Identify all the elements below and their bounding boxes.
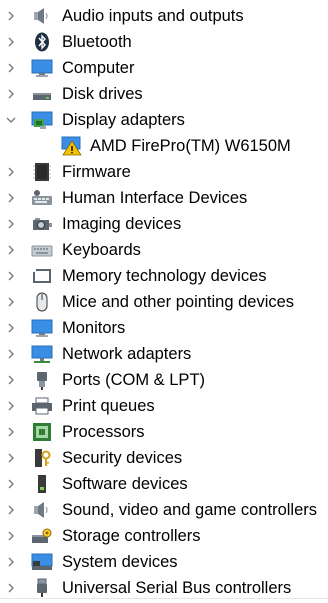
speaker-icon: [31, 6, 53, 26]
device-tree: Audio inputs and outputs Bluetooth Compute…: [0, 0, 328, 599]
tree-item-label: Mice and other pointing devices: [62, 293, 295, 311]
chevron-right-icon[interactable]: [4, 319, 18, 337]
chevron-right-icon[interactable]: [4, 371, 18, 389]
chevron-right-icon[interactable]: [4, 345, 18, 363]
chevron-right-icon[interactable]: [4, 33, 18, 51]
tree-item-label: Firmware: [62, 163, 131, 181]
tree-item-label: Disk drives: [62, 85, 143, 103]
keyboard-icon: [31, 240, 53, 260]
chevron-right-icon[interactable]: [4, 553, 18, 571]
chevron-right-icon[interactable]: [4, 241, 18, 259]
tree-category-item[interactable]: Imaging devices: [0, 211, 328, 237]
tree-category-item[interactable]: Keyboards: [0, 237, 328, 263]
chevron-right-icon[interactable]: [4, 189, 18, 207]
tree-category-item[interactable]: Firmware: [0, 159, 328, 185]
tree-item-label: System devices: [62, 553, 178, 571]
printer-icon: [31, 396, 53, 416]
warning-icon: [61, 136, 83, 156]
chevron-right-icon[interactable]: [4, 7, 18, 25]
tree-category-item[interactable]: Human Interface Devices: [0, 185, 328, 211]
tree-item-label: Human Interface Devices: [62, 189, 248, 207]
display-adapter-icon: [31, 110, 53, 130]
tree-item-label: Keyboards: [62, 241, 141, 259]
tree-item-label: AMD FirePro(TM) W6150M: [90, 137, 291, 155]
chevron-down-icon[interactable]: [4, 111, 18, 129]
tree-item-label: Display adapters: [62, 111, 185, 129]
hid-keyboard-icon: [31, 188, 53, 208]
processor-chip-icon: [31, 422, 53, 442]
tree-item-label: Monitors: [62, 319, 126, 337]
usb-plug-icon: [31, 578, 53, 598]
chevron-right-icon[interactable]: [4, 423, 18, 441]
tree-category-item[interactable]: Ports (COM & LPT): [0, 367, 328, 393]
computer-monitor-icon: [31, 58, 53, 78]
chevron-right-icon[interactable]: [4, 397, 18, 415]
tree-item-label: Audio inputs and outputs: [62, 7, 244, 25]
tree-item-label: Storage controllers: [62, 527, 201, 545]
tree-category-item[interactable]: Memory technology devices: [0, 263, 328, 289]
tree-category-item[interactable]: Bluetooth: [0, 29, 328, 55]
tree-category-item[interactable]: Print queues: [0, 393, 328, 419]
tree-category-item[interactable]: Sound, video and game controllers: [0, 497, 328, 523]
software-device-icon: [31, 474, 53, 494]
chevron-right-icon[interactable]: [4, 449, 18, 467]
network-adapter-icon: [31, 344, 53, 364]
storage-controller-icon: [31, 526, 53, 546]
tree-category-item[interactable]: Storage controllers: [0, 523, 328, 549]
chevron-right-icon[interactable]: [4, 85, 18, 103]
camera-icon: [31, 214, 53, 234]
tree-category-item[interactable]: Security devices: [0, 445, 328, 471]
tree-item-label: Memory technology devices: [62, 267, 267, 285]
chevron-right-icon[interactable]: [4, 267, 18, 285]
chevron-right-icon[interactable]: [4, 293, 18, 311]
tree-category-item[interactable]: Software devices: [0, 471, 328, 497]
tree-item-label: Imaging devices: [62, 215, 182, 233]
tree-category-item[interactable]: Computer: [0, 55, 328, 81]
tree-child-item[interactable]: AMD FirePro(TM) W6150M: [0, 133, 328, 159]
tree-item-label: Computer: [62, 59, 135, 77]
disk-drive-icon: [31, 84, 53, 104]
tree-category-item[interactable]: System devices: [0, 549, 328, 575]
tree-category-item[interactable]: Monitors: [0, 315, 328, 341]
mouse-icon: [31, 292, 53, 312]
tree-category-item[interactable]: Disk drives: [0, 81, 328, 107]
tree-item-label: Print queues: [62, 397, 155, 415]
tree-item-label: Network adapters: [62, 345, 192, 363]
tree-category-item[interactable]: Processors: [0, 419, 328, 445]
tree-item-label: Universal Serial Bus controllers: [62, 579, 292, 597]
tree-item-label: Bluetooth: [62, 33, 132, 51]
tree-category-item[interactable]: Network adapters: [0, 341, 328, 367]
tree-item-label: Security devices: [62, 449, 183, 467]
monitor-icon: [31, 318, 53, 338]
bluetooth-icon: [31, 32, 53, 52]
speaker-icon: [31, 500, 53, 520]
chevron-right-icon[interactable]: [4, 59, 18, 77]
tree-category-item[interactable]: Audio inputs and outputs: [0, 3, 328, 29]
tree-category-item[interactable]: Mice and other pointing devices: [0, 289, 328, 315]
tree-category-item[interactable]: Display adapters: [0, 107, 328, 133]
memory-card-icon: [31, 266, 53, 286]
tree-item-label: Ports (COM & LPT): [62, 371, 206, 389]
security-key-icon: [31, 448, 53, 468]
firmware-chip-icon: [31, 162, 53, 182]
chevron-right-icon[interactable]: [4, 475, 18, 493]
chevron-right-icon[interactable]: [4, 163, 18, 181]
chevron-right-icon[interactable]: [4, 501, 18, 519]
port-plug-icon: [31, 370, 53, 390]
chevron-right-icon[interactable]: [4, 527, 18, 545]
chevron-right-icon[interactable]: [4, 579, 18, 597]
tree-item-label: Sound, video and game controllers: [62, 501, 317, 519]
system-devices-icon: [31, 552, 53, 572]
tree-item-label: Software devices: [62, 475, 188, 493]
tree-item-label: Processors: [62, 423, 145, 441]
chevron-right-icon[interactable]: [4, 215, 18, 233]
